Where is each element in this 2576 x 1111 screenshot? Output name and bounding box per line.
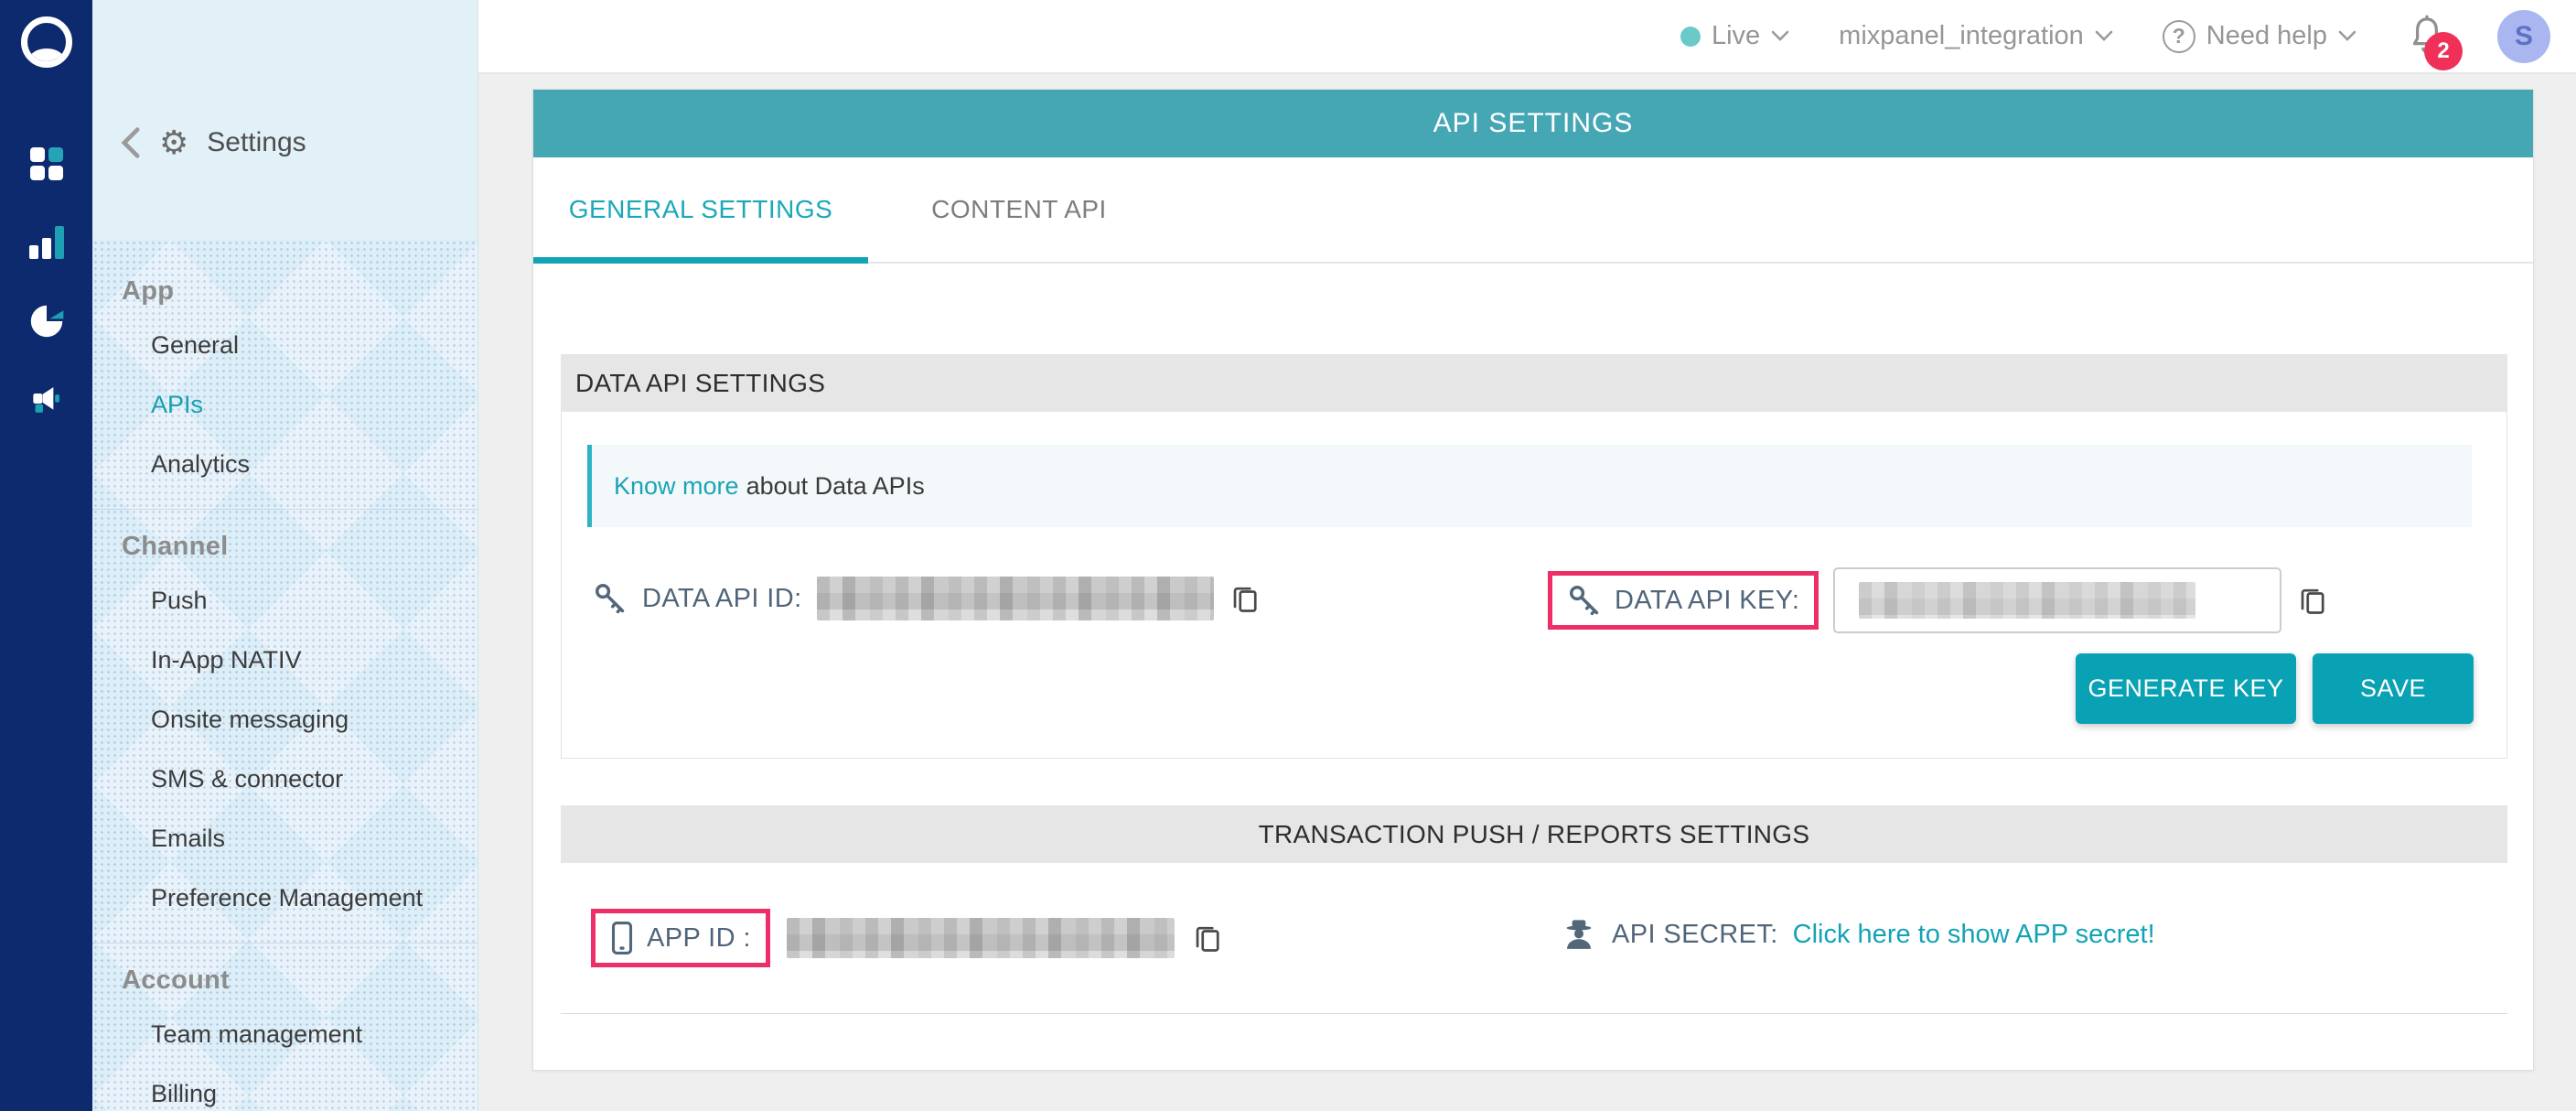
key-icon (593, 581, 628, 616)
copy-icon[interactable] (2296, 584, 2329, 617)
info-banner: Know more about Data APIs (587, 445, 2472, 527)
sidebar-section-label: App (122, 276, 478, 307)
chevron-down-icon (2338, 30, 2356, 42)
pie-chart-icon[interactable] (0, 282, 92, 361)
sidebar-item-preference-management[interactable]: Preference Management (92, 868, 478, 928)
data-api-key-redacted-value (1859, 582, 2195, 619)
megaphone-icon[interactable] (0, 361, 92, 439)
data-api-id-label: DATA API ID: (642, 584, 802, 614)
sidebar-item-team-management[interactable]: Team management (92, 1005, 478, 1064)
data-api-key-input[interactable] (1833, 567, 2281, 633)
show-app-secret-link[interactable]: Click here to show APP secret! (1793, 920, 2155, 950)
api-settings-card: API SETTINGS GENERAL SETTINGS CONTENT AP… (532, 89, 2534, 1071)
user-avatar[interactable]: S (2497, 10, 2550, 63)
key-icon (1567, 583, 1602, 618)
app-id-redacted-value (787, 918, 1175, 958)
sidebar-item-analytics[interactable]: Analytics (92, 435, 478, 494)
generate-key-button[interactable]: GENERATE KEY (2076, 653, 2296, 724)
chevron-down-icon (1771, 30, 1789, 42)
main-content: API SETTINGS GENERAL SETTINGS CONTENT AP… (478, 74, 2576, 1111)
copy-icon[interactable] (1191, 922, 1224, 955)
copy-icon[interactable] (1229, 582, 1261, 615)
environment-dropdown[interactable]: Live (1680, 21, 1789, 51)
section-header: TRANSACTION PUSH / REPORTS SETTINGS (561, 805, 2507, 863)
spy-icon (1561, 916, 1597, 953)
live-status-dot (1680, 27, 1701, 47)
sidebar-item-emails[interactable]: Emails (92, 809, 478, 868)
tab-general-settings[interactable]: GENERAL SETTINGS (533, 157, 868, 262)
data-api-id-redacted-value (817, 577, 1214, 620)
app-id-row: APP ID : (591, 909, 1224, 967)
app-id-highlight: APP ID : (591, 909, 770, 967)
sidebar-item-apis[interactable]: APIs (92, 375, 478, 435)
sidebar-item-inapp-nativ[interactable]: In-App NATIV (92, 631, 478, 690)
app-rail (0, 0, 92, 1111)
notifications-bell-icon[interactable]: 2 (2406, 14, 2448, 59)
analytics-bars-icon[interactable] (0, 203, 92, 282)
data-api-settings-section: DATA API SETTINGS Know more about Data A… (561, 354, 2507, 759)
sidebar-item-billing[interactable]: Billing (92, 1064, 478, 1111)
brand-logo-icon[interactable] (21, 16, 72, 68)
apps-grid-icon[interactable] (0, 124, 92, 203)
sidebar-item-sms-connector[interactable]: SMS & connector (92, 750, 478, 809)
sidebar-section-app: App General APIs Analytics (92, 254, 478, 509)
notification-count-badge: 2 (2424, 32, 2463, 70)
sidebar-item-push[interactable]: Push (92, 571, 478, 631)
project-name: mixpanel_integration (1839, 21, 2084, 51)
page-title: API SETTINGS (533, 90, 2533, 157)
info-text: about Data APIs (746, 472, 925, 501)
project-dropdown[interactable]: mixpanel_integration (1839, 21, 2113, 51)
save-button[interactable]: SAVE (2313, 653, 2474, 724)
need-help-label: Need help (2206, 21, 2327, 51)
environment-label: Live (1712, 21, 1760, 51)
transaction-push-section: TRANSACTION PUSH / REPORTS SETTINGS APP … (561, 805, 2507, 1014)
section-header: DATA API SETTINGS (561, 354, 2507, 412)
api-secret-label: API SECRET: (1612, 920, 1778, 950)
data-api-key-highlight: DATA API KEY: (1548, 571, 1819, 630)
sidebar-section-label: Channel (122, 532, 478, 562)
data-api-key-label: DATA API KEY: (1615, 586, 1799, 616)
sidebar-section-label: Account (122, 965, 478, 996)
sidebar-section-account: Account Team management Billing (92, 943, 478, 1111)
chevron-down-icon (2095, 30, 2113, 42)
tab-bar: GENERAL SETTINGS CONTENT API (533, 157, 2533, 264)
back-chevron-icon[interactable] (121, 126, 141, 159)
data-api-key-row: DATA API KEY: (1548, 567, 2329, 633)
tab-content-api[interactable]: CONTENT API (868, 157, 1170, 262)
sidebar-section-channel: Channel Push In-App NATIV Onsite messagi… (92, 509, 478, 943)
topbar: Live mixpanel_integration ? Need help 2 … (478, 0, 2576, 74)
app-id-label: APP ID : (647, 923, 751, 954)
know-more-link[interactable]: Know more (614, 472, 739, 501)
sidebar-item-onsite-messaging[interactable]: Onsite messaging (92, 690, 478, 750)
need-help-dropdown[interactable]: ? Need help (2163, 20, 2356, 53)
settings-sidebar: ⚙ Settings App General APIs Analytics Ch… (92, 0, 478, 1111)
sidebar-item-general[interactable]: General (92, 316, 478, 375)
api-secret-row: API SECRET: Click here to show APP secre… (1561, 916, 2155, 953)
help-question-icon: ? (2163, 20, 2195, 53)
mobile-icon (610, 921, 634, 955)
gear-icon: ⚙ (159, 126, 188, 159)
sidebar-title: Settings (207, 127, 306, 158)
data-api-id-row: DATA API ID: (593, 577, 1261, 620)
